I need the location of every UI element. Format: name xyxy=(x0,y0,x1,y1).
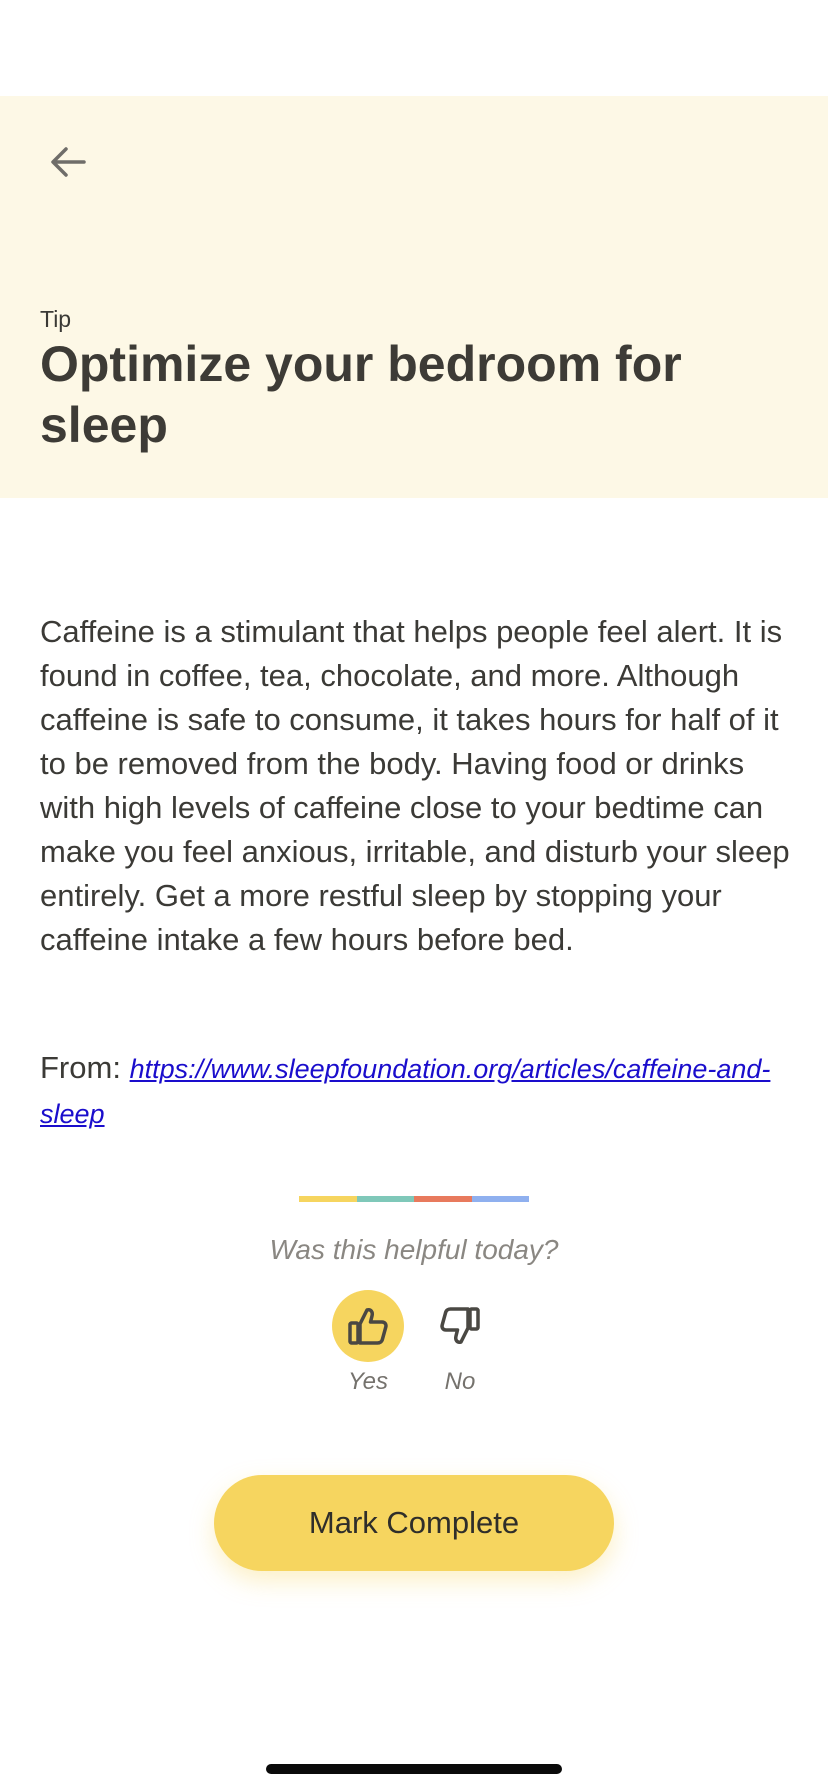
vote-no-label: No xyxy=(444,1368,476,1395)
divider-segment-teal xyxy=(356,1196,414,1202)
arrow-left-icon xyxy=(51,147,86,177)
content-type-label: Tip xyxy=(40,306,72,332)
thumbs-down-icon xyxy=(440,1307,480,1344)
thumbs-up-icon xyxy=(348,1308,388,1345)
source-citation: From: https://www.sleepfoundation.org/ar… xyxy=(40,1046,800,1136)
vote-yes-button[interactable]: Yes xyxy=(323,1290,413,1396)
vote-no-button[interactable]: No xyxy=(415,1290,505,1396)
divider-segment-yellow xyxy=(299,1196,357,1202)
page-title: Optimize your bedroom for sleep xyxy=(40,336,682,453)
vote-no-circle[interactable] xyxy=(424,1290,496,1362)
home-indicator[interactable] xyxy=(266,1764,562,1774)
source-link[interactable]: https://www.sleepfoundation.org/articles… xyxy=(40,1054,770,1129)
vote-yes-label: Yes xyxy=(347,1368,389,1395)
divider-segment-blue xyxy=(471,1196,529,1202)
article-body: Caffeine is a stimulant that helps peopl… xyxy=(40,614,790,957)
vote-yes-circle[interactable] xyxy=(332,1290,404,1362)
feedback-question: Was this helpful today? xyxy=(269,1234,559,1265)
color-divider xyxy=(299,1196,529,1202)
source-prefix: From: xyxy=(40,1050,121,1085)
mark-complete-button[interactable]: Mark Complete xyxy=(214,1475,614,1571)
back-button[interactable] xyxy=(40,136,96,188)
status-bar xyxy=(0,0,828,96)
divider-segment-orange xyxy=(414,1196,472,1202)
